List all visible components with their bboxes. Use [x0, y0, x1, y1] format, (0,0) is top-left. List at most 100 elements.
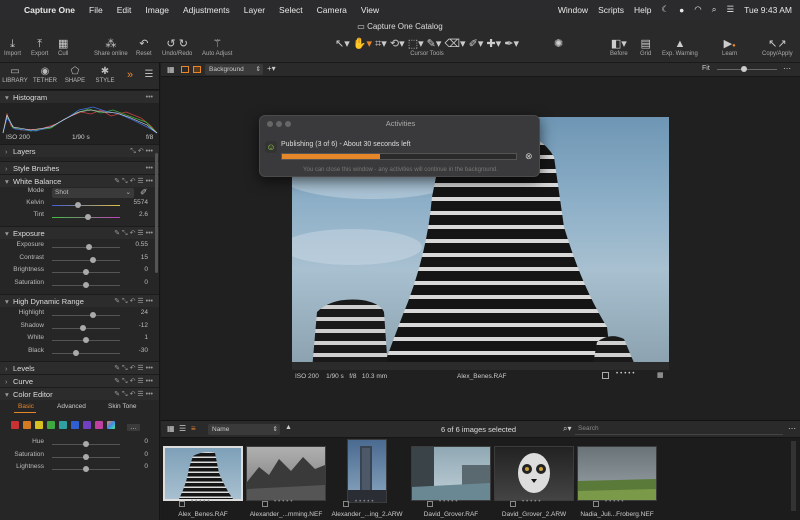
- color-swatch[interactable]: [23, 421, 31, 429]
- section-levels[interactable]: › Levels ✎ ⤡ ↶ ☰ •••: [0, 361, 159, 374]
- thumb-5[interactable]: [494, 446, 574, 501]
- hdr-knob[interactable]: [83, 337, 89, 343]
- layer-select[interactable]: Background ⇕: [205, 64, 263, 75]
- color-tag-icon[interactable]: ▦: [657, 371, 664, 379]
- hdr-slider[interactable]: [52, 327, 120, 329]
- rotate-icon[interactable]: ⟲▾: [390, 38, 405, 50]
- undo-redo-button[interactable]: ↺ ↻ Undo/Redo: [162, 37, 192, 57]
- zoom-knob[interactable]: [741, 66, 747, 72]
- tint-knob[interactable]: [85, 214, 91, 220]
- tab-style[interactable]: ✱ STYLE: [90, 63, 120, 89]
- control-center-icon[interactable]: ☰: [726, 4, 734, 15]
- section-hdr[interactable]: ▾ High Dynamic Range ✎ ⤡ ↶ ☰ •••: [0, 294, 159, 307]
- layers-controls[interactable]: ⤡ ↶ •••: [130, 145, 153, 158]
- exposure-knob[interactable]: [89, 256, 96, 263]
- menu-scripts[interactable]: Scripts: [598, 5, 624, 15]
- filmstrip-view-icon[interactable]: ≡: [191, 424, 196, 433]
- color-swatch[interactable]: [11, 421, 19, 429]
- exp-warning-button[interactable]: ▲ Exp. Warning: [662, 37, 698, 57]
- thumb-checkbox[interactable]: [427, 501, 433, 507]
- add-layer-icon[interactable]: +▾: [267, 64, 276, 73]
- hdr-slider[interactable]: [52, 352, 120, 354]
- thumb-checkbox[interactable]: [262, 501, 268, 507]
- browser-scrollbar[interactable]: [791, 441, 796, 511]
- color-swatch[interactable]: [95, 421, 103, 429]
- rating-stars[interactable]: •••••: [616, 371, 637, 377]
- exposure-knob[interactable]: [83, 269, 89, 275]
- menu-view[interactable]: View: [361, 5, 379, 15]
- menu-layer[interactable]: Layer: [244, 5, 265, 15]
- thumb-rating[interactable]: •••••: [522, 499, 543, 505]
- color-swatch[interactable]: [71, 421, 79, 429]
- menu-help[interactable]: Help: [634, 5, 651, 15]
- thumb-checkbox[interactable]: [179, 501, 185, 507]
- eyedropper-icon[interactable]: ✐: [140, 187, 148, 198]
- pointer-icon[interactable]: ↖▾: [335, 38, 350, 50]
- brush-icon[interactable]: ✎▾: [427, 38, 442, 50]
- thumb-rating[interactable]: •••••: [605, 499, 626, 505]
- hdr-controls[interactable]: ✎ ⤡ ↶ ☰ •••: [114, 295, 153, 308]
- menu-edit[interactable]: Edit: [117, 5, 132, 15]
- grid-view-icon[interactable]: ▦: [167, 65, 175, 74]
- hdr-slider[interactable]: [52, 315, 120, 316]
- menu-file[interactable]: File: [89, 5, 103, 15]
- color-editor-knob[interactable]: [83, 441, 89, 447]
- tab-skin-tone[interactable]: Skin Tone: [108, 403, 136, 410]
- section-color-editor[interactable]: ▾ Color Editor ✎ ⤡ ↶ ☰ •••: [0, 387, 159, 400]
- more-icon[interactable]: ⋯: [788, 424, 796, 433]
- copy-apply-button[interactable]: ↖↗ Copy/Apply: [762, 37, 793, 57]
- thumb-checkbox[interactable]: [593, 501, 599, 507]
- thumb-2[interactable]: [246, 446, 326, 501]
- thumb-checkbox[interactable]: [510, 501, 516, 507]
- thumb-rating[interactable]: •••••: [191, 499, 212, 505]
- hand-icon[interactable]: ✋▾: [353, 38, 372, 50]
- section-curve[interactable]: › Curve ✎ ⤡ ↶ ☰ •••: [0, 374, 159, 387]
- more-icon[interactable]: ⋯: [783, 64, 791, 73]
- color-editor-value[interactable]: 0: [122, 463, 148, 470]
- exposure-knob[interactable]: [83, 281, 89, 288]
- tab-advanced[interactable]: Advanced: [57, 403, 86, 410]
- reset-button[interactable]: ↶ Reset: [136, 37, 152, 57]
- share-online-button[interactable]: ⁂ Share online: [94, 37, 128, 57]
- menu-app[interactable]: Capture One: [24, 5, 75, 15]
- exposure-value[interactable]: 0: [122, 279, 148, 286]
- search-filter-icon[interactable]: ⌕▾: [563, 424, 572, 434]
- tab-basic[interactable]: Basic: [18, 403, 34, 410]
- color-swatch[interactable]: [47, 421, 55, 429]
- multi-view-icon[interactable]: [193, 66, 201, 73]
- exposure-value[interactable]: 0.55: [122, 241, 148, 248]
- picker-icon[interactable]: ✐▾: [469, 38, 484, 50]
- color-swatch[interactable]: [83, 421, 91, 429]
- section-exposure[interactable]: ▾ Exposure ✎ ⤡ ↶ ☰ •••: [0, 226, 159, 239]
- color-editor-knob[interactable]: [83, 466, 89, 472]
- exposure-controls[interactable]: ✎ ⤡ ↶ ☰ •••: [114, 227, 153, 240]
- auto-adjust-button[interactable]: ⚚ Auto Adjust: [202, 37, 232, 57]
- section-style-brushes[interactable]: › Style Brushes •••: [0, 161, 159, 174]
- color-swatch[interactable]: [59, 421, 67, 429]
- color-editor-knob[interactable]: [83, 453, 89, 460]
- tab-tether[interactable]: ◉ TETHER: [30, 63, 60, 89]
- thumb-1[interactable]: [163, 446, 243, 501]
- thumb-rating[interactable]: •••••: [439, 499, 460, 505]
- tab-library[interactable]: ▭ LIBRARY: [0, 63, 30, 89]
- thumb-6[interactable]: [577, 446, 657, 501]
- section-layers[interactable]: › Layers ⤡ ↶ •••: [0, 144, 159, 157]
- hdr-value[interactable]: 24: [122, 309, 148, 316]
- tab-shape[interactable]: ⬠ SHAPE: [60, 63, 90, 89]
- heal-icon[interactable]: ✚▾: [486, 38, 501, 50]
- keystone-icon[interactable]: ⬚▾: [408, 38, 424, 50]
- hdr-value[interactable]: -30: [122, 347, 148, 354]
- import-button[interactable]: ⤓ Import: [4, 37, 21, 57]
- annotate-icon[interactable]: ✒▾: [504, 38, 519, 50]
- thumb-rating[interactable]: •••••: [355, 499, 376, 505]
- eraser-icon[interactable]: ⌫▾: [444, 38, 465, 50]
- search-icon[interactable]: ⌕: [712, 4, 717, 15]
- crop-icon[interactable]: ⌗▾: [375, 38, 387, 50]
- thumb-3[interactable]: [347, 439, 387, 503]
- zoom-fit[interactable]: Fit: [702, 65, 710, 72]
- thumb-rating[interactable]: •••••: [274, 499, 295, 505]
- wifi-icon[interactable]: ◠: [694, 4, 701, 15]
- more-tabs-icon[interactable]: »: [120, 63, 140, 89]
- panel-scrollbar[interactable]: [155, 153, 158, 273]
- single-view-icon[interactable]: [181, 66, 189, 73]
